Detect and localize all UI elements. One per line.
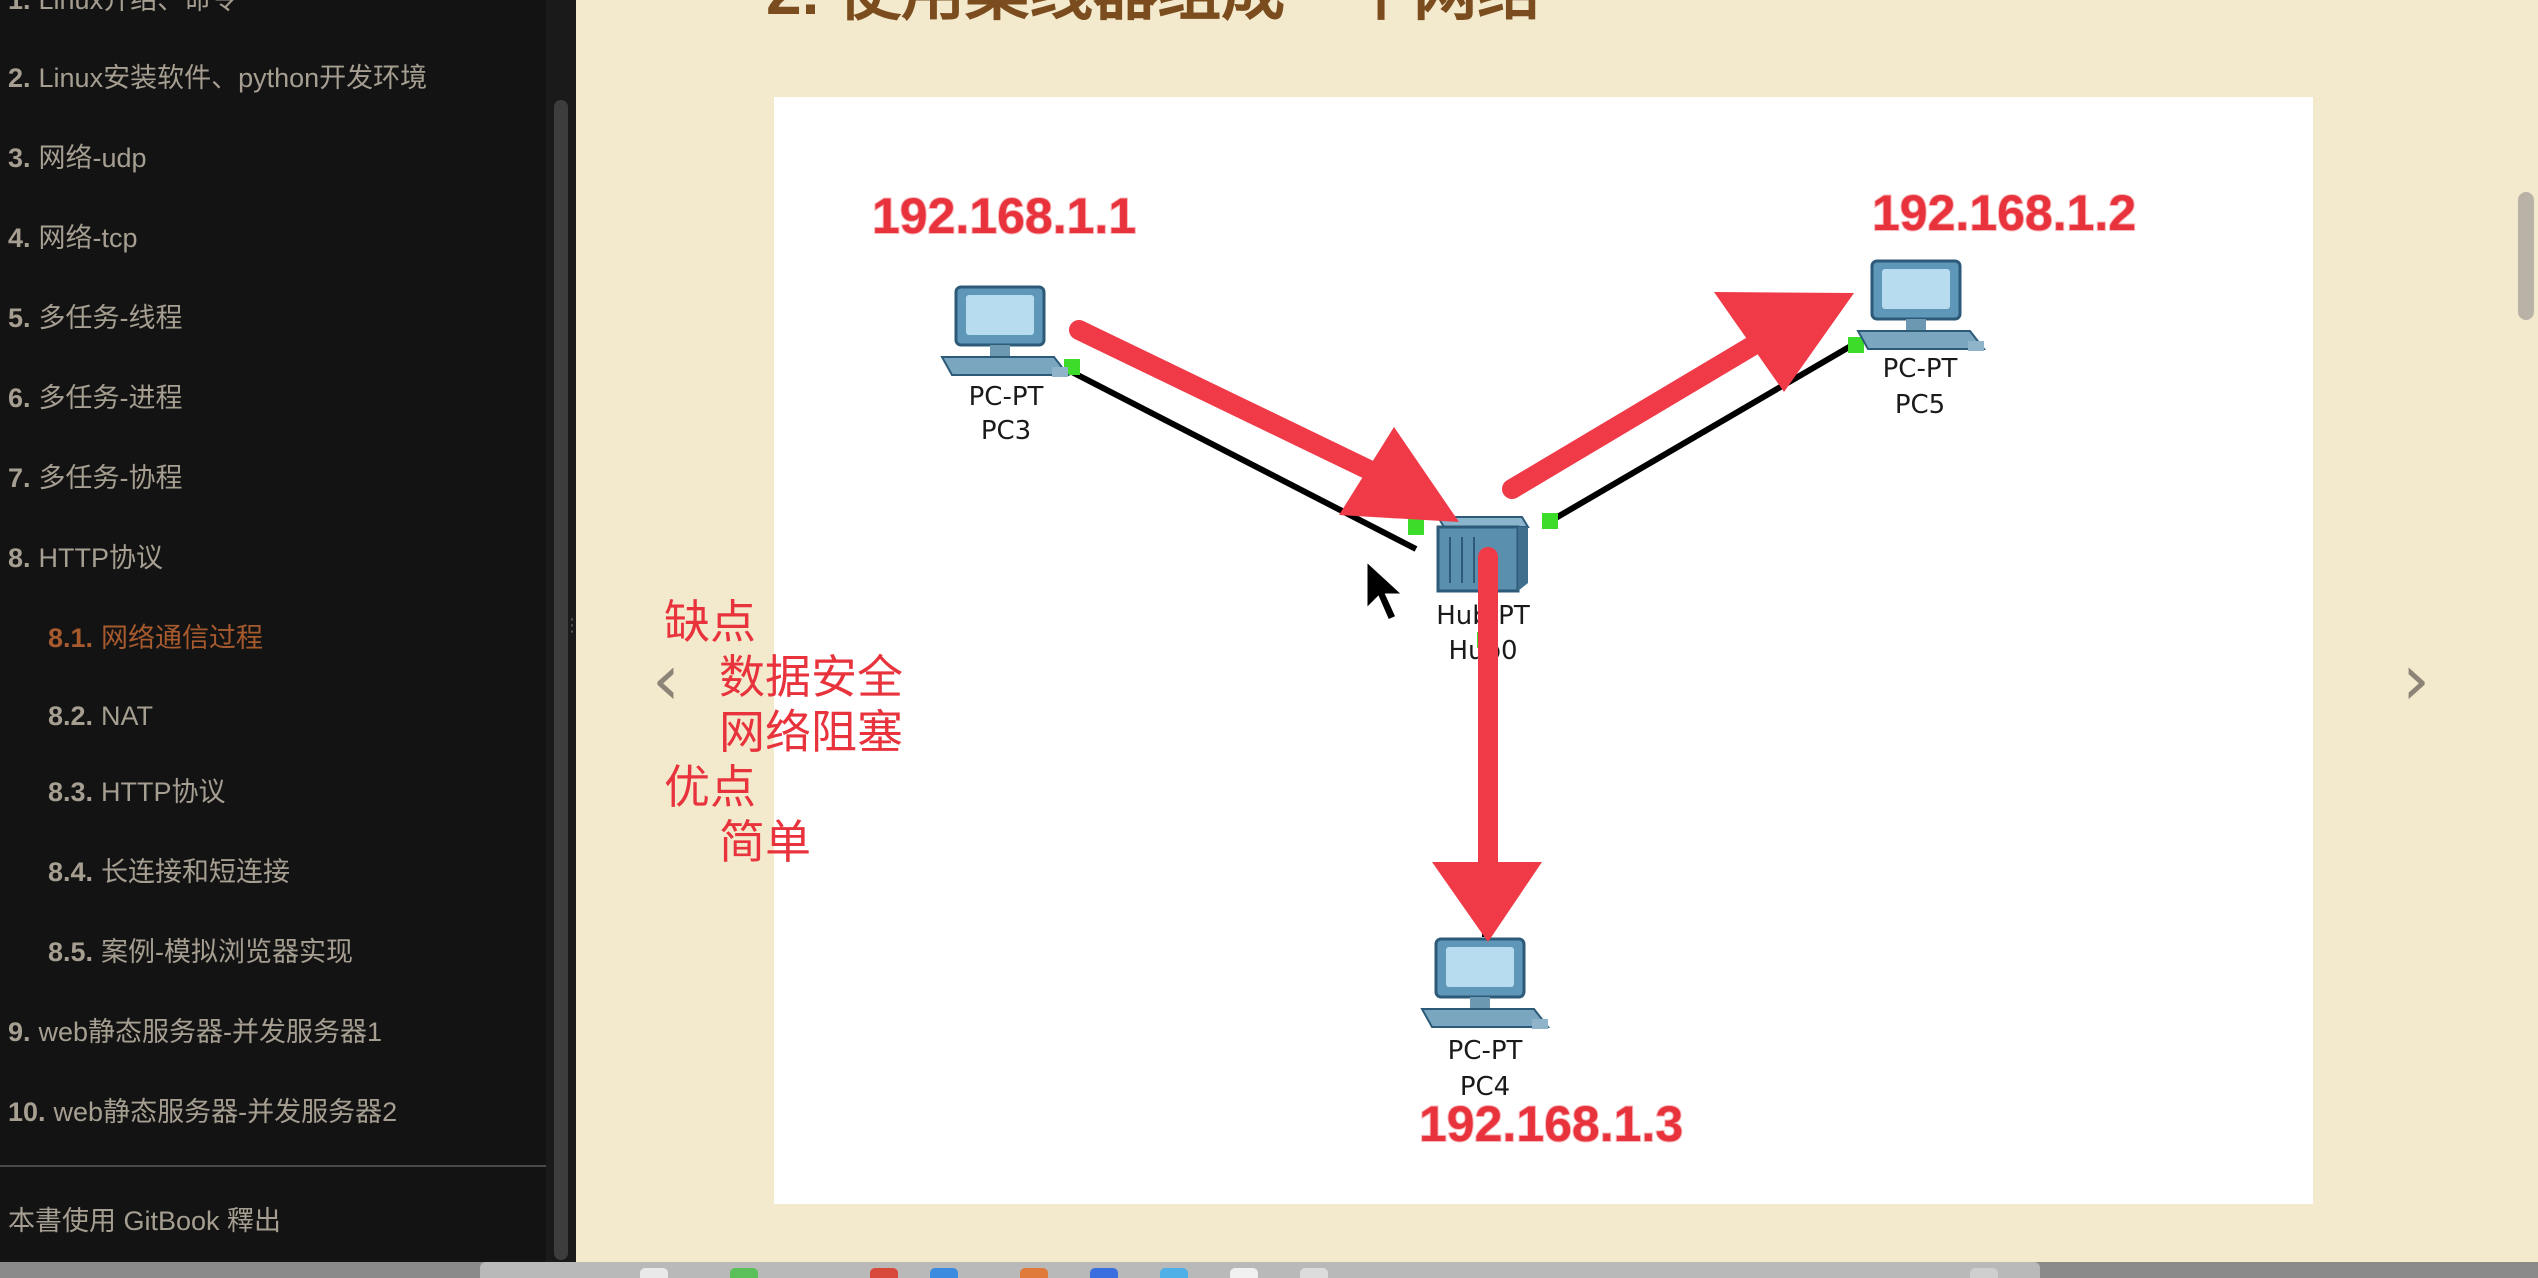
- toc-item-8-3[interactable]: 8.3. HTTP协议: [48, 762, 226, 822]
- con-item: 数据安全: [719, 651, 903, 703]
- pc3-type-label: PC-PT: [969, 382, 1044, 412]
- toc-item-label: Linux安装软件、python开发环境: [38, 63, 428, 93]
- pros-title: 优点: [664, 761, 756, 813]
- pc5-computer-icon: [1856, 259, 1986, 353]
- network-diagram: PC-PT PC3 PC-PT PC5 PC-PT PC4 192.168.1.…: [774, 97, 2313, 1204]
- toc-item-3[interactable]: 3. 网络-udp: [8, 128, 147, 188]
- cons-title: 缺点: [664, 596, 756, 648]
- toc-item-label: NAT: [101, 701, 154, 731]
- toc-item-label: 网络通信过程: [101, 623, 264, 653]
- toc-item-5[interactable]: 5. 多任务-线程: [8, 288, 183, 348]
- toc-item-8-5[interactable]: 8.5. 案例-模拟浏览器实现: [48, 922, 353, 982]
- toc-item-label: 案例-模拟浏览器实现: [101, 937, 354, 967]
- toc-item-label: 长连接和短连接: [101, 857, 291, 887]
- toc-item-9[interactable]: 9. web静态服务器-并发服务器1: [8, 1002, 382, 1062]
- pc5-type-label: PC-PT: [1883, 354, 1958, 384]
- gitbook-link[interactable]: 本書使用 GitBook 釋出: [8, 1195, 281, 1247]
- dock-app-icon[interactable]: [1300, 1268, 1328, 1278]
- sidebar-scrollbar-thumb[interactable]: [554, 100, 568, 1260]
- toc-item-number: 8.3.: [48, 777, 94, 807]
- next-page-button[interactable]: ›: [2386, 645, 2446, 715]
- dock-app-icon[interactable]: [1090, 1268, 1118, 1278]
- toc-item-number: 8.1.: [48, 623, 94, 653]
- toc-item-label: 多任务-线程: [38, 303, 183, 333]
- toc-item-8-2[interactable]: 8.2. NAT: [48, 686, 153, 746]
- toc-item-number: 8.2.: [48, 701, 94, 731]
- dock-app-icon[interactable]: [1230, 1268, 1258, 1278]
- con-item: 网络阻塞: [719, 706, 903, 758]
- port-hub-left: [1408, 519, 1424, 535]
- section-heading: 2. 使用集线器组成一个网络: [766, 0, 1541, 32]
- toc-item-number: 8.5.: [48, 937, 94, 967]
- toc-item-label: 网络-tcp: [38, 223, 138, 253]
- dock-app-icon[interactable]: [730, 1268, 758, 1278]
- toc-item-label: HTTP协议: [38, 543, 164, 573]
- toc-item-label: web静态服务器-并发服务器1: [38, 1017, 383, 1047]
- toc-item-number: 1.: [8, 0, 31, 15]
- toc-item-number: 2.: [8, 63, 31, 93]
- pc3-computer-icon: [940, 285, 1070, 379]
- dock-app-icon[interactable]: [1970, 1268, 1998, 1278]
- ip-label-pc3: 192.168.1.1: [872, 188, 1136, 244]
- toc-item-label: web静态服务器-并发服务器2: [53, 1097, 398, 1127]
- sidebar-resize-handle[interactable]: ⋮: [563, 610, 581, 640]
- toc-item-8-4[interactable]: 8.4. 长连接和短连接: [48, 842, 290, 902]
- arrow-pc3-to-hub: [1069, 320, 1459, 522]
- chevron-right-icon: ›: [2402, 639, 2430, 721]
- toc-item-label: HTTP协议: [101, 777, 226, 807]
- dock-app-icon[interactable]: [1020, 1268, 1048, 1278]
- toc-item-1[interactable]: 1. Linux介绍、命令: [8, 0, 238, 30]
- toc-item-number: 6.: [8, 383, 31, 413]
- ip-label-pc5: 192.168.1.2: [1872, 185, 2136, 241]
- toc-item-number: 4.: [8, 223, 31, 253]
- toc-item-8-1[interactable]: 8.1. 网络通信过程: [48, 608, 263, 668]
- toc-item-4[interactable]: 4. 网络-tcp: [8, 208, 138, 268]
- dock: [480, 1262, 2040, 1278]
- toc-item-10[interactable]: 10. web静态服务器-并发服务器2: [8, 1082, 397, 1142]
- toc-item-number: 10.: [8, 1097, 46, 1127]
- toc-item-number: 5.: [8, 303, 31, 333]
- toc-item-8[interactable]: 8. HTTP协议: [8, 528, 163, 588]
- network-diagram-canvas: PC-PT PC3 PC-PT PC5 PC-PT PC4 192.168.1.…: [871, 184, 2137, 1153]
- pc4-computer-icon: [1420, 937, 1550, 1031]
- pc4-type-label: PC-PT: [1448, 1036, 1523, 1066]
- toc-item-label: 网络-udp: [38, 143, 147, 173]
- dock-app-icon[interactable]: [1160, 1268, 1188, 1278]
- sidebar: 1. Linux介绍、命令 2. Linux安装软件、python开发环境 3. 网络…: [0, 0, 546, 1278]
- pc3-name-label: PC3: [981, 416, 1031, 446]
- dock-app-icon[interactable]: [930, 1268, 958, 1278]
- toc-item-number: 8.4.: [48, 857, 94, 887]
- arrow-hub-to-pc5: [1502, 292, 1854, 499]
- sidebar-divider: [0, 1165, 546, 1167]
- toc-item-number: 8.: [8, 543, 31, 573]
- pro-item: 简单: [719, 816, 811, 868]
- pros-cons-annotation: 缺点 数据安全 网络阻塞 优点 简单: [664, 595, 903, 870]
- main-scrollbar-thumb[interactable]: [2518, 192, 2534, 320]
- toc-item-label: Linux介绍、命令: [38, 0, 239, 15]
- toc-item-number: 7.: [8, 463, 31, 493]
- toc-item-number: 3.: [8, 143, 31, 173]
- main-content: 2. 使用集线器组成一个网络: [576, 0, 2538, 1278]
- port-hub-right: [1542, 513, 1558, 529]
- toc-item-label: 多任务-协程: [38, 463, 183, 493]
- ip-label-pc4: 192.168.1.3: [1419, 1096, 1683, 1152]
- dock-app-icon[interactable]: [640, 1268, 668, 1278]
- mouse-cursor-icon: [1364, 556, 1408, 623]
- pc5-name-label: PC5: [1895, 390, 1945, 420]
- dock-app-icon[interactable]: [870, 1268, 898, 1278]
- toc-item-number: 9.: [8, 1017, 31, 1047]
- toc-item-2[interactable]: 2. Linux安装软件、python开发环境: [8, 48, 427, 108]
- toc-item-label: 多任务-进程: [38, 383, 183, 413]
- toc-item-6[interactable]: 6. 多任务-进程: [8, 368, 183, 428]
- toc-item-7[interactable]: 7. 多任务-协程: [8, 448, 183, 508]
